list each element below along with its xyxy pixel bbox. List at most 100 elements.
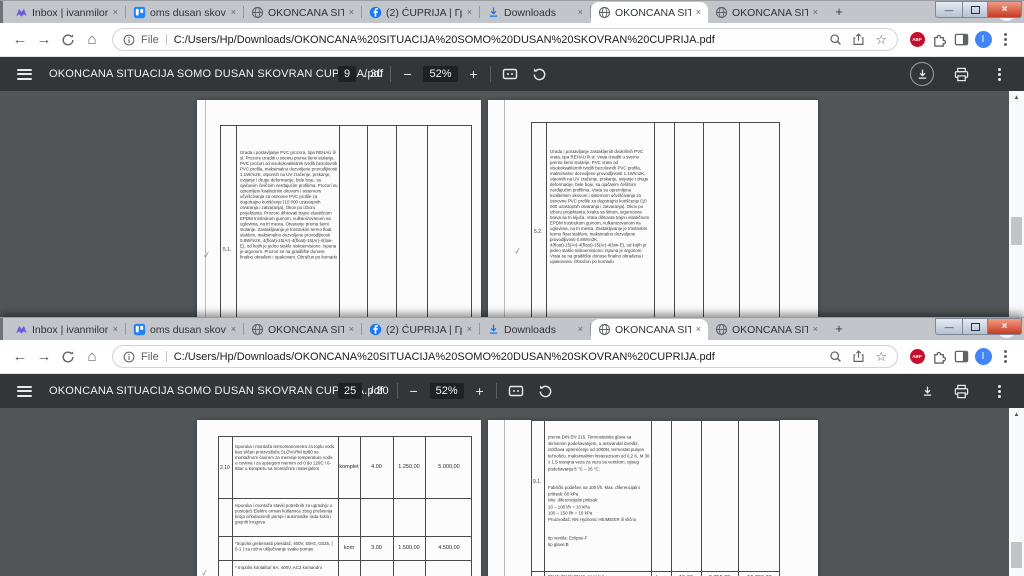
home-icon[interactable]: ⌂ bbox=[80, 28, 104, 52]
tab-label: OKONCANA SITU bbox=[615, 6, 691, 19]
tab-oms-dusan[interactable]: oms dusan skovra × bbox=[126, 2, 243, 23]
forward-icon[interactable]: → bbox=[32, 28, 56, 52]
back-icon[interactable]: ← bbox=[8, 345, 32, 369]
zoom-out-button[interactable]: − bbox=[399, 66, 415, 82]
reload-icon[interactable] bbox=[56, 345, 80, 369]
rotate-icon[interactable] bbox=[529, 63, 551, 85]
tab-label: oms dusan skovra bbox=[150, 6, 226, 19]
vertical-scrollbar[interactable]: ▲ bbox=[1009, 91, 1024, 317]
tab-okoncana-2[interactable]: OKONCANA SITU × bbox=[708, 319, 825, 340]
side-panel-icon[interactable] bbox=[950, 346, 972, 368]
download-button[interactable] bbox=[921, 385, 934, 398]
scrollbar-thumb[interactable] bbox=[1011, 542, 1022, 568]
page-number-input[interactable]: 9 bbox=[338, 66, 357, 82]
browser-menu-icon[interactable] bbox=[994, 29, 1016, 51]
globe-icon bbox=[714, 6, 728, 20]
print-button[interactable] bbox=[950, 63, 972, 85]
share-icon[interactable] bbox=[852, 350, 865, 363]
tab-close-icon[interactable]: × bbox=[348, 325, 355, 334]
tab-downloads[interactable]: Downloads × bbox=[480, 2, 590, 23]
adblock-extension-icon[interactable]: ABP bbox=[906, 29, 928, 51]
side-panel-icon[interactable] bbox=[950, 29, 972, 51]
tab-cuprija-facebook[interactable]: (2) ĆUPRIJA | Гру × bbox=[362, 319, 479, 340]
profile-avatar[interactable]: I bbox=[972, 346, 994, 368]
tab-inbox[interactable]: Inbox | ivanmilora × bbox=[8, 319, 125, 340]
new-tab-button[interactable]: + bbox=[829, 3, 849, 21]
tab-close-icon[interactable]: × bbox=[348, 8, 355, 17]
tab-close-icon[interactable]: × bbox=[112, 325, 119, 334]
pdf-menu-icon[interactable] bbox=[17, 385, 32, 397]
zoom-level[interactable]: 52% bbox=[423, 66, 458, 82]
zoom-in-button[interactable]: + bbox=[472, 383, 488, 399]
extensions-puzzle-icon[interactable] bbox=[928, 29, 950, 51]
scrollbar-thumb[interactable] bbox=[1011, 217, 1022, 245]
new-tab-button[interactable]: + bbox=[829, 320, 849, 338]
pdf-menu-icon[interactable] bbox=[17, 68, 32, 80]
reload-icon[interactable] bbox=[56, 28, 80, 52]
tab-close-icon[interactable]: × bbox=[695, 325, 702, 334]
zoom-level[interactable]: 52% bbox=[429, 383, 464, 399]
tab-downloads[interactable]: Downloads × bbox=[480, 319, 590, 340]
globe-icon bbox=[714, 323, 728, 337]
zoom-in-button[interactable]: + bbox=[466, 66, 482, 82]
home-icon[interactable]: ⌂ bbox=[80, 345, 104, 369]
tab-okoncana-active[interactable]: OKONCANA SITU × bbox=[591, 319, 708, 340]
tab-cuprija-facebook[interactable]: (2) ĆUPRIJA | Гру × bbox=[362, 2, 479, 23]
item-description: * tropolni kontaktor 9A, 400V, AC3 koman… bbox=[235, 565, 322, 570]
download-icon bbox=[486, 6, 500, 20]
tab-inbox[interactable]: Inbox | ivanmilora × bbox=[8, 2, 125, 23]
page-info-icon[interactable] bbox=[123, 351, 135, 363]
page-number-input[interactable]: 25 bbox=[338, 383, 363, 399]
adblock-extension-icon[interactable]: ABP bbox=[906, 346, 928, 368]
fit-to-page-icon[interactable] bbox=[499, 63, 521, 85]
tab-label: (2) ĆUPRIJA | Гру bbox=[386, 6, 462, 19]
page-info-icon[interactable] bbox=[123, 34, 135, 46]
tab-close-icon[interactable]: × bbox=[466, 325, 473, 334]
minimize-button[interactable]: — bbox=[935, 1, 962, 18]
fit-to-page-icon[interactable] bbox=[505, 380, 527, 402]
tab-close-icon[interactable]: × bbox=[466, 8, 473, 17]
tab-close-icon[interactable]: × bbox=[577, 8, 584, 17]
close-button[interactable]: × bbox=[988, 1, 1022, 18]
bookmark-star-icon[interactable]: ☆ bbox=[875, 350, 887, 363]
tab-okoncana-2[interactable]: OKONCANA SITU × bbox=[708, 2, 825, 23]
tab-label: OKONCANA SITU bbox=[615, 323, 691, 336]
tab-close-icon[interactable]: × bbox=[695, 8, 702, 17]
tab-close-icon[interactable]: × bbox=[230, 8, 237, 17]
tab-okoncana-active[interactable]: OKONCANA SITU × bbox=[591, 2, 708, 23]
close-button[interactable]: × bbox=[988, 318, 1022, 335]
zoom-page-icon[interactable] bbox=[829, 350, 842, 363]
tab-okoncana-1[interactable]: OKONCANA SITU × bbox=[244, 2, 361, 23]
pdf-more-options-icon[interactable] bbox=[988, 380, 1010, 402]
tab-close-icon[interactable]: × bbox=[812, 8, 819, 17]
vertical-scrollbar[interactable]: ▲ bbox=[1009, 408, 1024, 576]
extensions-puzzle-icon[interactable] bbox=[928, 346, 950, 368]
item-description: Izrada i postavljanje zastakljenih dvokr… bbox=[550, 149, 650, 264]
zoom-out-button[interactable]: − bbox=[406, 383, 422, 399]
address-bar[interactable]: File C:/Users/Hp/Downloads/OKONCANA%20SI… bbox=[112, 28, 898, 51]
minimize-button[interactable]: — bbox=[935, 318, 962, 335]
pdf-more-options-icon[interactable] bbox=[988, 63, 1010, 85]
browser-menu-icon[interactable] bbox=[994, 346, 1016, 368]
profile-avatar[interactable]: I bbox=[972, 29, 994, 51]
restore-button[interactable] bbox=[962, 1, 988, 18]
tab-close-icon[interactable]: × bbox=[112, 8, 119, 17]
tab-close-icon[interactable]: × bbox=[812, 325, 819, 334]
restore-button[interactable] bbox=[962, 318, 988, 335]
tab-oms-dusan[interactable]: oms dusan skovra × bbox=[126, 319, 243, 340]
scroll-up-arrow[interactable]: ▲ bbox=[1009, 412, 1024, 418]
share-icon[interactable] bbox=[852, 33, 865, 46]
checkmark-annotation: ✓ bbox=[513, 245, 523, 257]
tab-okoncana-1[interactable]: OKONCANA SITU × bbox=[244, 319, 361, 340]
print-button[interactable] bbox=[950, 380, 972, 402]
tab-close-icon[interactable]: × bbox=[577, 325, 584, 334]
bookmark-star-icon[interactable]: ☆ bbox=[875, 33, 887, 46]
address-bar[interactable]: File C:/Users/Hp/Downloads/OKONCANA%20SI… bbox=[112, 345, 898, 368]
back-icon[interactable]: ← bbox=[8, 28, 32, 52]
download-button[interactable] bbox=[910, 62, 934, 86]
zoom-page-icon[interactable] bbox=[829, 33, 842, 46]
tab-close-icon[interactable]: × bbox=[230, 325, 237, 334]
scroll-up-arrow[interactable]: ▲ bbox=[1009, 95, 1024, 101]
forward-icon[interactable]: → bbox=[32, 345, 56, 369]
rotate-icon[interactable] bbox=[535, 380, 557, 402]
